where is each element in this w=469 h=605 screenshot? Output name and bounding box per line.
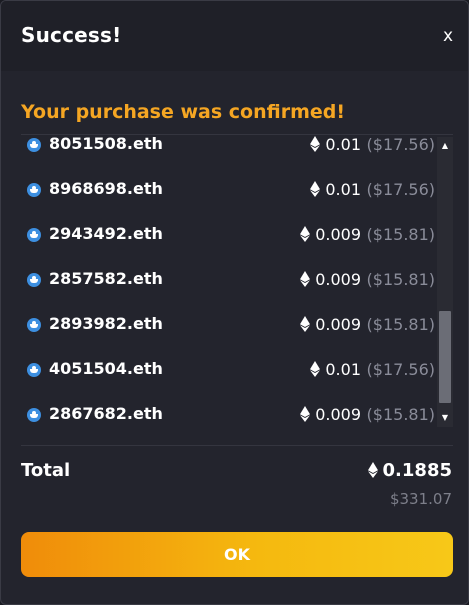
- list-item: 2893982.eth 0.009 ($15.81): [21, 303, 439, 348]
- list-item: 2943492.eth 0.009 ($15.81): [21, 213, 439, 258]
- price-usd: ($17.56): [366, 180, 435, 199]
- price-usd: ($15.81): [366, 270, 435, 289]
- price-usd: ($15.81): [366, 405, 435, 424]
- domain-name: 8051508.eth: [49, 135, 163, 153]
- ethereum-icon: [310, 136, 321, 152]
- total-eth-amount: 0.1885: [367, 460, 452, 481]
- item-list-content: 8051508.eth 0.01 ($17.56) 8968698.eth 0.01 ($…: [21, 135, 439, 427]
- price-eth-value: 0.009: [315, 315, 361, 334]
- scrollbar[interactable]: ▲ ▼: [437, 137, 453, 427]
- list-item: 8051508.eth 0.01 ($17.56): [21, 135, 439, 168]
- price-eth: 0.009: [300, 315, 361, 334]
- domain-name: 2893982.eth: [49, 314, 163, 333]
- list-item: 8968698.eth 0.01 ($17.56): [21, 168, 439, 213]
- price-usd: ($17.56): [366, 360, 435, 379]
- domain-name: 8968698.eth: [49, 179, 163, 198]
- total-label: Total: [21, 460, 71, 481]
- ethereum-icon: [310, 361, 321, 377]
- domain-name: 2857582.eth: [49, 269, 163, 288]
- ens-logo-icon: [27, 408, 41, 422]
- price-eth-value: 0.01: [325, 180, 361, 199]
- dialog-header: Success! x: [1, 1, 468, 71]
- ens-logo-icon: [27, 273, 41, 287]
- total-usd-amount: $331.07: [389, 490, 452, 508]
- ens-logo-icon: [27, 363, 41, 377]
- purchased-items-list[interactable]: 8051508.eth 0.01 ($17.56) 8968698.eth 0.01 ($…: [21, 135, 439, 427]
- ethereum-icon: [300, 316, 311, 332]
- scroll-up-icon[interactable]: ▲: [437, 139, 453, 153]
- scrollbar-thumb[interactable]: [439, 311, 451, 403]
- price-eth-value: 0.01: [325, 360, 361, 379]
- price-usd: ($17.56): [366, 135, 435, 154]
- domain-name: 4051504.eth: [49, 359, 163, 378]
- price-eth-value: 0.009: [315, 270, 361, 289]
- scroll-down-icon[interactable]: ▼: [437, 411, 453, 425]
- price-eth: 0.01: [310, 360, 361, 379]
- list-item: 4051504.eth 0.01 ($17.56): [21, 348, 439, 393]
- ethereum-icon: [300, 406, 311, 422]
- ethereum-icon: [367, 462, 378, 478]
- price-eth: 0.01: [310, 135, 361, 154]
- price-eth: 0.009: [300, 270, 361, 289]
- price-eth: 0.009: [300, 225, 361, 244]
- price-eth: 0.01: [310, 180, 361, 199]
- total-eth-value: 0.1885: [382, 460, 452, 481]
- ens-logo-icon: [27, 318, 41, 332]
- price-eth-value: 0.01: [325, 135, 361, 154]
- price-eth-value: 0.009: [315, 405, 361, 424]
- dialog-title: Success!: [21, 23, 122, 47]
- close-button[interactable]: x: [439, 26, 457, 48]
- divider: [21, 445, 453, 446]
- domain-name: 2867682.eth: [49, 404, 163, 423]
- price-eth-value: 0.009: [315, 225, 361, 244]
- ethereum-icon: [310, 181, 321, 197]
- confirmation-message: Your purchase was confirmed!: [21, 101, 346, 123]
- domain-name: 2943492.eth: [49, 224, 163, 243]
- success-dialog: Success! x Your purchase was confirmed! …: [0, 0, 469, 605]
- ens-logo-icon: [27, 228, 41, 242]
- price-eth: 0.009: [300, 405, 361, 424]
- price-usd: ($15.81): [366, 225, 435, 244]
- list-item: 2867682.eth 0.009 ($15.81): [21, 393, 439, 427]
- ok-button[interactable]: OK: [21, 532, 453, 577]
- price-usd: ($15.81): [366, 315, 435, 334]
- ethereum-icon: [300, 226, 311, 242]
- ens-logo-icon: [27, 183, 41, 197]
- ethereum-icon: [300, 271, 311, 287]
- ens-logo-icon: [27, 138, 41, 152]
- list-item: 2857582.eth 0.009 ($15.81): [21, 258, 439, 303]
